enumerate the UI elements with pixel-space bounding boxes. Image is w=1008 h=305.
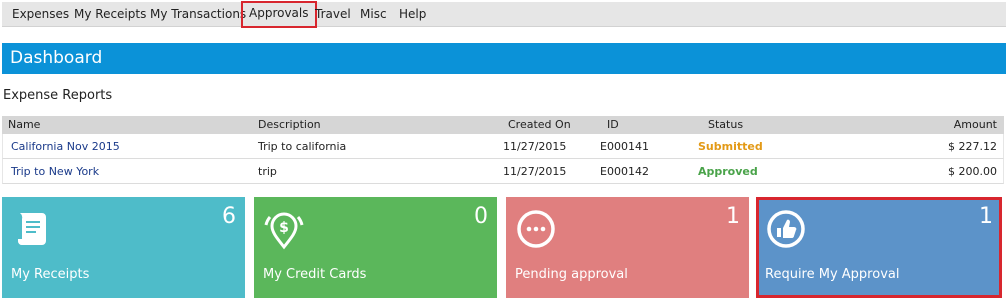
expense-reports-title: Expense Reports [3,88,113,103]
report-id: E000141 [600,140,649,153]
column-header-description[interactable]: Description [258,116,321,134]
status-badge: Approved [698,165,758,178]
svg-text:$: $ [279,220,289,236]
table-row[interactable]: California Nov 2015 Trip to california 1… [2,134,1004,159]
top-nav: Expenses My Receipts My Transactions App… [2,1,1006,28]
money-pin-icon: $ [264,212,304,250]
column-header-created-on[interactable]: Created On [508,116,571,134]
report-created-on: 11/27/2015 [503,140,567,153]
report-created-on: 11/27/2015 [503,165,567,178]
column-header-name[interactable]: Name [8,116,40,134]
report-amount: $ 200.00 [948,165,997,178]
tile-require-my-approval[interactable]: 1 Require My Approval [756,197,1002,298]
tile-label: My Credit Cards [263,267,367,282]
status-badge: Submitted [698,140,763,153]
tile-label: My Receipts [11,267,90,282]
tile-count: 1 [979,204,993,229]
nav-item-expenses[interactable]: Expenses [6,2,75,27]
nav-item-my-receipts[interactable]: My Receipts [68,2,152,27]
report-name-link[interactable]: California Nov 2015 [11,134,120,159]
tile-count: 0 [474,204,488,229]
tile-pending-approval[interactable]: 1 Pending approval [506,197,749,298]
column-header-amount[interactable]: Amount [954,116,997,134]
nav-item-my-transactions[interactable]: My Transactions [144,2,252,27]
tile-label: Require My Approval [765,267,900,282]
nav-item-help[interactable]: Help [393,2,432,27]
nav-item-approvals[interactable]: Approvals [241,1,317,28]
expense-reports-table: Name Description Created On ID Status Am… [2,116,1004,184]
thumbs-up-icon [767,210,805,248]
receipt-icon [18,213,46,245]
report-amount: $ 227.12 [948,140,997,153]
nav-item-travel[interactable]: Travel [309,2,357,27]
report-id: E000142 [600,165,649,178]
tile-my-receipts[interactable]: 6 My Receipts [2,197,245,298]
table-header: Name Description Created On ID Status Am… [2,116,1004,134]
tile-label: Pending approval [515,267,628,282]
tile-my-credit-cards[interactable]: $ 0 My Credit Cards [254,197,497,298]
table-row[interactable]: Trip to New York trip 11/27/2015 E000142… [2,159,1004,184]
column-header-status[interactable]: Status [708,116,743,134]
report-description: trip [258,165,277,178]
ellipsis-circle-icon [517,210,555,248]
page-title: Dashboard [2,43,1006,74]
tile-count: 1 [726,204,740,229]
tile-count: 6 [222,204,236,229]
report-description: Trip to california [258,140,347,153]
column-header-id[interactable]: ID [607,116,619,134]
nav-item-misc[interactable]: Misc [354,2,393,27]
report-name-link[interactable]: Trip to New York [11,159,99,184]
